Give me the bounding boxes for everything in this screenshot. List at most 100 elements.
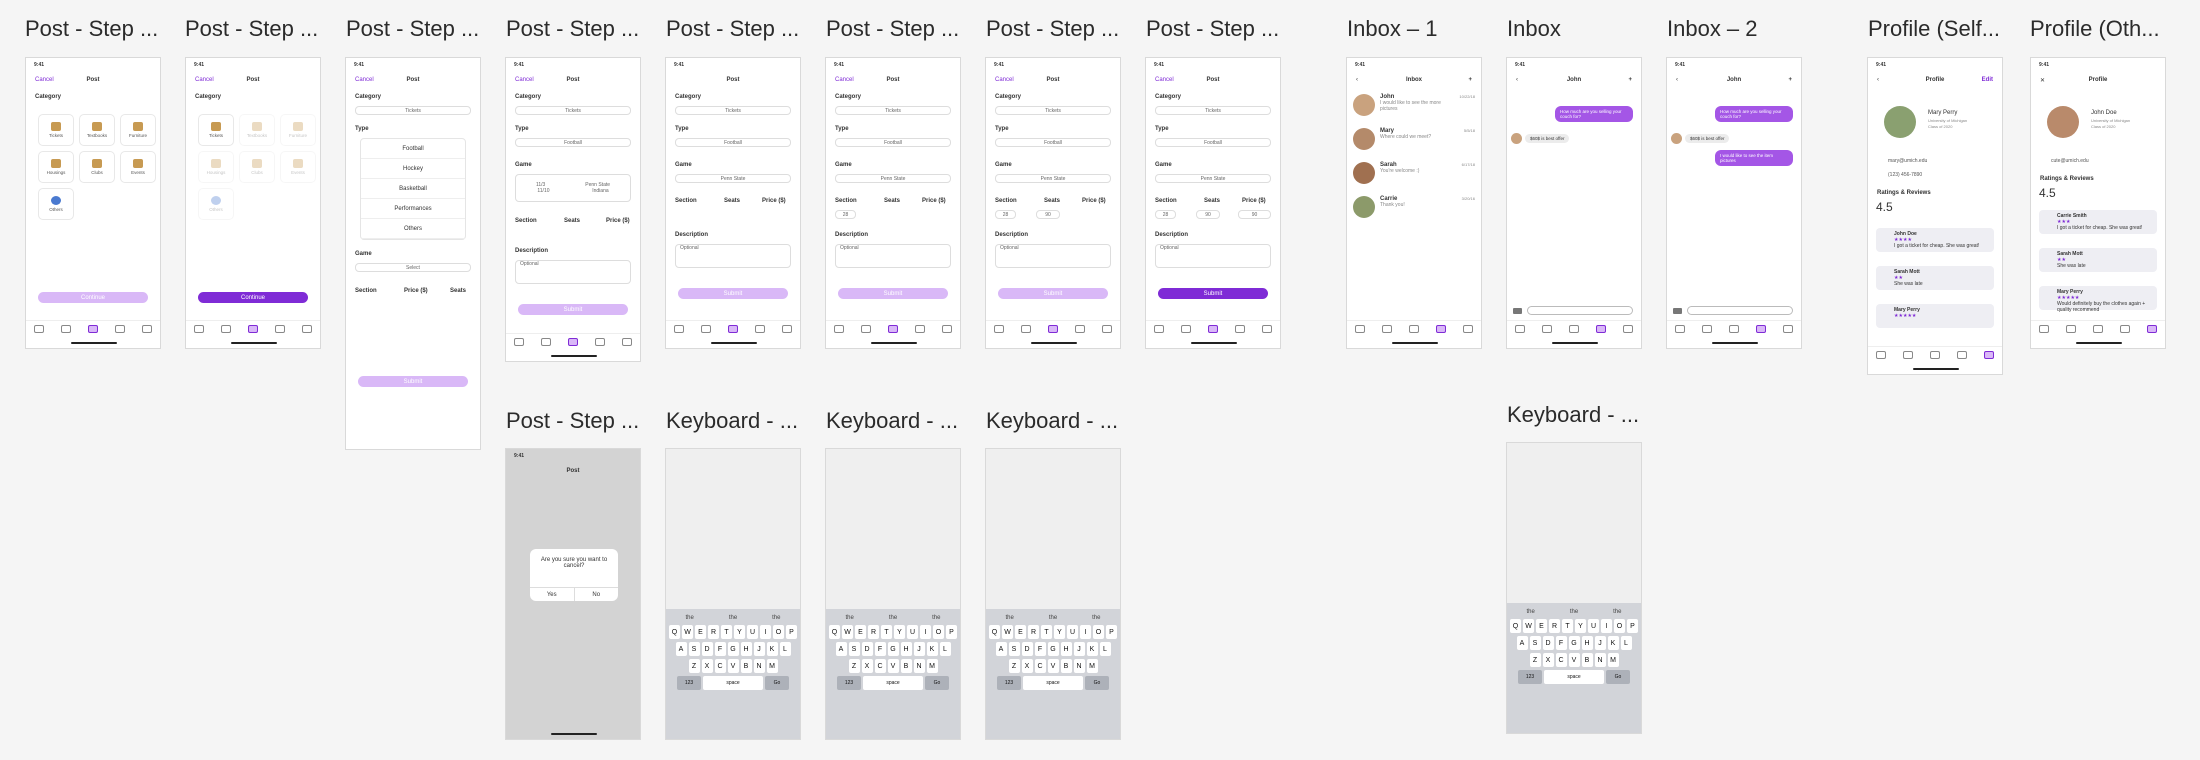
post-icon[interactable]: [1047, 324, 1058, 333]
profile-icon[interactable]: [781, 324, 792, 333]
key-h[interactable]: H: [900, 642, 912, 656]
key-s[interactable]: S: [848, 642, 860, 656]
key-t[interactable]: T: [881, 625, 892, 639]
key-p[interactable]: P: [786, 625, 797, 639]
type-field[interactable]: Football: [675, 138, 791, 147]
post-icon[interactable]: [87, 324, 98, 333]
key-123[interactable]: 123: [997, 676, 1021, 690]
submit-button[interactable]: Submit: [518, 304, 628, 315]
browse-icon[interactable]: [1542, 324, 1553, 333]
key-o[interactable]: O: [933, 625, 944, 639]
post-icon[interactable]: [567, 337, 578, 346]
type-field[interactable]: Football: [515, 138, 631, 147]
key-m[interactable]: M: [926, 659, 938, 673]
description-field[interactable]: Optional: [1155, 244, 1271, 268]
category-furniture[interactable]: Furniture: [280, 114, 316, 146]
key-s[interactable]: S: [1008, 642, 1020, 656]
submit-button[interactable]: Submit: [998, 288, 1108, 299]
key-x[interactable]: X: [1542, 653, 1554, 667]
browse-icon[interactable]: [861, 324, 872, 333]
key-x[interactable]: X: [701, 659, 713, 673]
key-q[interactable]: Q: [1510, 619, 1521, 633]
section-field[interactable]: 28: [995, 210, 1016, 219]
key-v[interactable]: V: [1047, 659, 1059, 673]
key-c[interactable]: C: [1555, 653, 1567, 667]
key-u[interactable]: U: [1067, 625, 1078, 639]
inbox-icon[interactable]: [914, 324, 925, 333]
key-x[interactable]: X: [1021, 659, 1033, 673]
key-q[interactable]: Q: [669, 625, 680, 639]
profile-icon[interactable]: [141, 324, 152, 333]
type-option[interactable]: Basketball: [361, 179, 465, 199]
submit-button[interactable]: Submit: [838, 288, 948, 299]
category-field[interactable]: Tickets: [515, 106, 631, 115]
key-e[interactable]: E: [855, 625, 866, 639]
game-field[interactable]: Penn State: [675, 174, 791, 183]
description-field[interactable]: Optional: [835, 244, 951, 268]
key-s[interactable]: S: [688, 642, 700, 656]
key-p[interactable]: P: [1627, 619, 1638, 633]
key-b[interactable]: B: [1581, 653, 1593, 667]
no-button[interactable]: No: [573, 588, 619, 601]
key-f[interactable]: F: [874, 642, 886, 656]
key-r[interactable]: R: [1549, 619, 1560, 633]
key-v[interactable]: V: [887, 659, 899, 673]
description-field[interactable]: Optional: [675, 244, 791, 268]
key-g[interactable]: G: [887, 642, 899, 656]
inbox-icon[interactable]: [2119, 324, 2130, 333]
key-v[interactable]: V: [727, 659, 739, 673]
profile-icon[interactable]: [1782, 324, 1793, 333]
key-q[interactable]: Q: [989, 625, 1000, 639]
key-123[interactable]: 123: [1518, 670, 1542, 684]
category-clubs[interactable]: Clubs: [79, 151, 115, 183]
key-d[interactable]: D: [861, 642, 873, 656]
browse-icon[interactable]: [1903, 350, 1914, 359]
continue-button[interactable]: Continue: [198, 292, 308, 303]
key-w[interactable]: W: [682, 625, 693, 639]
back-icon[interactable]: ‹: [1676, 77, 1678, 83]
type-field[interactable]: Football: [835, 138, 951, 147]
browse-icon[interactable]: [701, 324, 712, 333]
key-space[interactable]: space: [1544, 670, 1604, 684]
key-i[interactable]: I: [1080, 625, 1091, 639]
game-field[interactable]: Penn State: [835, 174, 951, 183]
post-icon[interactable]: [1728, 324, 1739, 333]
key-m[interactable]: M: [766, 659, 778, 673]
inbox-icon[interactable]: [1755, 324, 1766, 333]
key-w[interactable]: W: [1523, 619, 1534, 633]
key-d[interactable]: D: [701, 642, 713, 656]
cancel-button[interactable]: Cancel: [835, 77, 854, 83]
cancel-button[interactable]: Cancel: [195, 77, 214, 83]
continue-button[interactable]: Continue: [38, 292, 148, 303]
key-r[interactable]: R: [708, 625, 719, 639]
browse-icon[interactable]: [221, 324, 232, 333]
back-icon[interactable]: ‹: [1356, 77, 1358, 83]
key-space[interactable]: space: [1023, 676, 1083, 690]
cancel-button[interactable]: Cancel: [355, 77, 374, 83]
key-j[interactable]: J: [1594, 636, 1606, 650]
category-events[interactable]: Events: [120, 151, 156, 183]
key-go[interactable]: Go: [765, 676, 789, 690]
inbox-icon[interactable]: [594, 337, 605, 346]
game-field[interactable]: Penn State: [1155, 174, 1271, 183]
key-k[interactable]: K: [1607, 636, 1619, 650]
category-textbooks[interactable]: Textbooks: [239, 114, 275, 146]
inbox-icon[interactable]: [1074, 324, 1085, 333]
key-n[interactable]: N: [913, 659, 925, 673]
key-t[interactable]: T: [1562, 619, 1573, 633]
key-j[interactable]: J: [753, 642, 765, 656]
key-x[interactable]: X: [861, 659, 873, 673]
edit-button[interactable]: Edit: [1982, 77, 1993, 83]
yes-button[interactable]: Yes: [530, 588, 574, 601]
key-i[interactable]: I: [760, 625, 771, 639]
home-icon[interactable]: [194, 324, 205, 333]
cancel-button[interactable]: Cancel: [1155, 77, 1174, 83]
type-option[interactable]: Others: [361, 219, 465, 239]
key-b[interactable]: B: [900, 659, 912, 673]
section-field[interactable]: 28: [1155, 210, 1176, 219]
category-textbooks[interactable]: Textbooks: [79, 114, 115, 146]
submit-button[interactable]: Submit: [678, 288, 788, 299]
post-icon[interactable]: [2092, 324, 2103, 333]
key-d[interactable]: D: [1542, 636, 1554, 650]
post-icon[interactable]: [247, 324, 258, 333]
